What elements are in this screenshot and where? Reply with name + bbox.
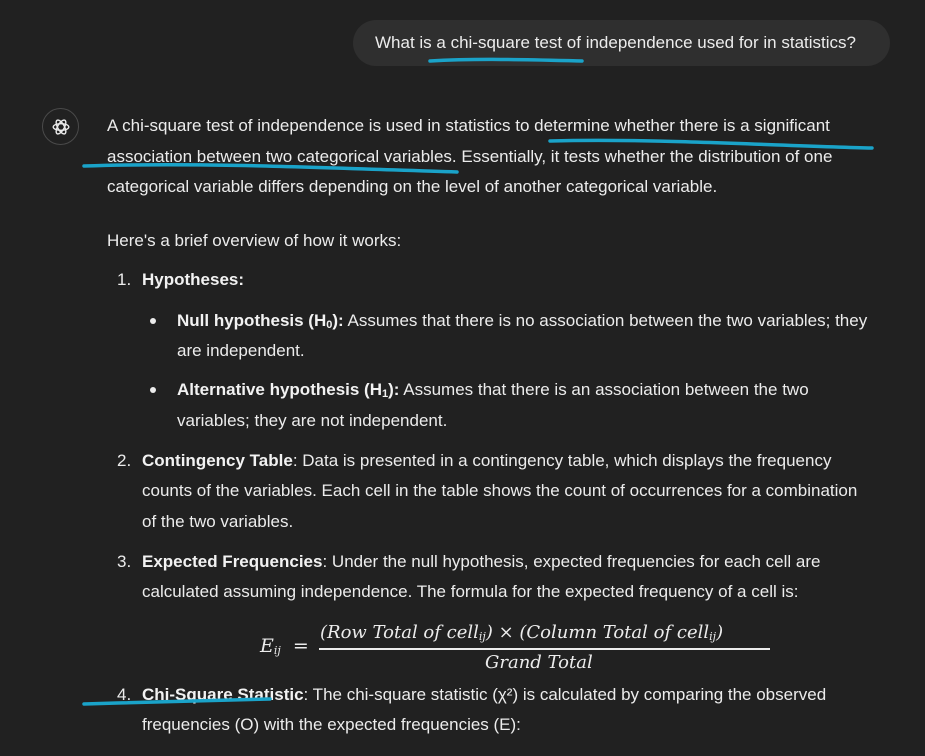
bullet-text-cont: are independent.	[177, 341, 305, 360]
list-item-text: calculated assuming independence. The fo…	[142, 582, 799, 601]
list-item-text: counts of the variables. Each cell in th…	[142, 481, 858, 500]
intro-line-3: categorical variable differs depending o…	[107, 177, 718, 196]
list-item-text: frequencies (O) with the expected freque…	[142, 715, 521, 734]
list-number: 2.	[117, 451, 132, 470]
list-item-title: Contingency Table	[142, 451, 293, 470]
list-item-hypotheses: Hypotheses:	[142, 268, 244, 292]
list-number: 1.	[117, 270, 132, 289]
formula-fraction-bar	[319, 648, 770, 650]
formula-lhs: Eij =	[260, 635, 309, 657]
list-item-text: of the two variables.	[142, 512, 294, 531]
bullet-dot	[150, 318, 156, 324]
list-number: 4.	[117, 685, 132, 704]
bullet-text-cont: variables; they are not independent.	[177, 411, 448, 430]
bullet-text: Assumes that there is an association bet…	[403, 380, 809, 399]
bullet-alternative-hypothesis: Alternative hypothesis (H1): Assumes tha…	[177, 378, 809, 406]
formula-numerator: (Row Total of cellij) × (Column Total of…	[320, 622, 724, 643]
overview-text: Here's a brief overview of how it works:	[107, 231, 402, 250]
bullet-null-hypothesis: Null hypothesis (H0): Assumes that there…	[177, 309, 867, 337]
bullet-title: Alternative hypothesis (H1):	[177, 380, 400, 400]
formula-denominator: Grand Total	[485, 652, 593, 673]
list-item-title: Chi-Square Statistic	[142, 685, 304, 704]
list-number: 3.	[117, 552, 132, 571]
list-item-expected-frequencies: Expected Frequencies: Under the null hyp…	[142, 552, 821, 571]
list-item-chi-square-statistic: Chi-Square Statistic: The chi-square sta…	[142, 685, 827, 704]
list-item-contingency-table: Contingency Table: Data is presented in …	[142, 451, 832, 470]
list-item-title: Expected Frequencies	[142, 552, 323, 571]
assistant-message: A chi-square test of independence is use…	[0, 0, 925, 756]
bullet-dot	[150, 387, 156, 393]
list-item-title: Hypotheses:	[142, 270, 245, 289]
bullet-text: Assumes that there is no association bet…	[347, 311, 868, 330]
intro-line-1: A chi-square test of independence is use…	[107, 116, 830, 135]
intro-line-2: association between two categorical vari…	[107, 147, 833, 166]
bullet-title: Null hypothesis (H0):	[177, 311, 344, 331]
